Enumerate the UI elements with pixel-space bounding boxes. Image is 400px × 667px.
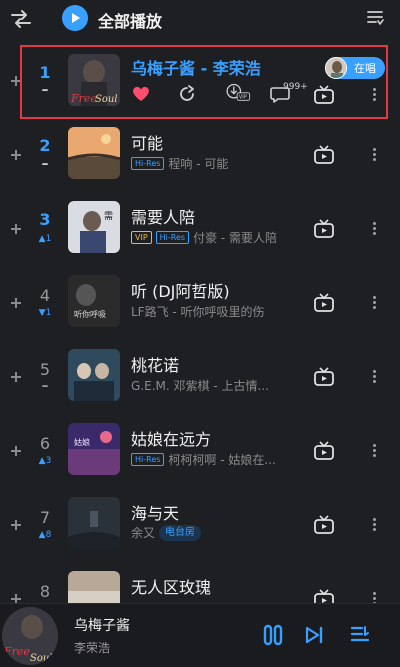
song-meta: 程响 - 可能 <box>168 157 229 171</box>
shuffle-icon[interactable] <box>10 8 32 30</box>
svg-text:Free: Free <box>3 645 30 658</box>
top-bar: 全部播放 <box>0 0 400 40</box>
now-singing-badge[interactable]: 在唱 <box>325 57 385 79</box>
svg-text:姑娘: 姑娘 <box>74 437 90 447</box>
add-to-playlist-icon[interactable] <box>11 446 21 456</box>
video-icon[interactable] <box>313 589 335 604</box>
song-title: 海与天 <box>131 504 180 523</box>
current-song-highlight <box>20 45 388 119</box>
song-title: 无人区玫瑰 <box>131 578 212 597</box>
rank-number: 7 <box>39 508 51 527</box>
mini-player-artist: 李荣浩 <box>74 641 111 655</box>
more-icon[interactable] <box>371 590 377 604</box>
video-icon[interactable] <box>313 85 335 105</box>
album-cover[interactable]: 听你呼吸 <box>68 275 120 327</box>
radio-room-tag[interactable]: 电台房 <box>159 524 202 541</box>
rank-trend: ▲3 <box>38 456 52 466</box>
hires-tag: Hi-Res <box>155 231 190 244</box>
rank-number: 6 <box>39 434 51 453</box>
more-icon[interactable] <box>371 146 377 166</box>
song-row[interactable]: 2 – 可能 Hi-Res 程响 - 可能 <box>0 118 400 192</box>
song-meta: G.E.M. 邓紫棋 - 上古情... <box>131 379 269 393</box>
vip-tag: VIP <box>131 231 152 244</box>
song-meta: 余又 <box>131 526 156 540</box>
more-icon[interactable] <box>371 516 377 536</box>
rank-trend: ▼1 <box>38 308 52 318</box>
song-row[interactable]: 4 ▼1 听你呼吸 听 (DJ阿哲版) LF路飞 - 听你呼吸里的伤 <box>0 266 400 340</box>
more-icon[interactable] <box>371 442 377 462</box>
song-row[interactable]: 8 无人区玫瑰 <box>0 562 400 604</box>
play-icon <box>72 13 80 23</box>
rank-trend: ▲8 <box>38 530 52 540</box>
rank-trend: ▲1 <box>38 234 52 244</box>
song-row[interactable]: 5 – 桃花诺 G.E.M. 邓紫棋 - 上古情... <box>0 340 400 414</box>
avatar <box>325 57 347 79</box>
mini-player-cover[interactable]: Free Soul <box>2 607 58 665</box>
album-cover[interactable] <box>68 127 120 179</box>
play-all-button[interactable] <box>62 5 88 31</box>
rank-trend: – <box>41 378 49 394</box>
next-icon[interactable] <box>304 625 324 645</box>
video-icon[interactable] <box>313 145 335 165</box>
svg-text:Soul: Soul <box>30 653 53 664</box>
video-icon[interactable] <box>313 441 335 461</box>
song-meta: LF路飞 - 听你呼吸里的伤 <box>131 305 265 319</box>
mini-player[interactable]: Free Soul 乌梅子酱 李荣浩 <box>0 603 400 667</box>
video-icon[interactable] <box>313 219 335 239</box>
song-row[interactable]: 7 ▲8 海与天 余又 电台房 <box>0 488 400 562</box>
song-title: 桃花诺 <box>131 356 180 375</box>
add-to-playlist-icon[interactable] <box>11 298 21 308</box>
album-cover[interactable] <box>68 571 120 604</box>
album-cover[interactable] <box>68 497 120 549</box>
rank-number: 5 <box>39 360 51 379</box>
album-cover[interactable]: 姑娘 <box>68 423 120 475</box>
add-to-playlist-icon[interactable] <box>11 520 21 530</box>
add-to-playlist-icon[interactable] <box>11 372 21 382</box>
song-row[interactable]: 3 ▲1 需 需要人陪 VIP Hi-Res 付豪 - 需要人陪 <box>0 192 400 266</box>
pause-icon[interactable] <box>262 624 284 646</box>
song-title: 听 (DJ阿哲版) <box>131 282 230 301</box>
video-icon[interactable] <box>313 367 335 387</box>
mini-player-title: 乌梅子酱 <box>74 618 130 634</box>
add-to-playlist-icon[interactable] <box>11 224 21 234</box>
more-icon[interactable] <box>371 294 377 314</box>
manage-list-icon[interactable] <box>366 9 384 27</box>
song-meta: 付豪 - 需要人陪 <box>193 231 278 245</box>
svg-text:听你呼吸: 听你呼吸 <box>74 309 106 319</box>
rank-number: 4 <box>39 286 51 305</box>
add-to-playlist-icon[interactable] <box>11 150 21 160</box>
now-singing-label: 在唱 <box>354 62 376 75</box>
more-icon[interactable] <box>371 368 377 388</box>
song-meta: 柯柯柯啊 - 姑娘在... <box>168 453 276 467</box>
more-icon[interactable] <box>371 86 377 106</box>
rank-number: 8 <box>39 582 51 601</box>
hires-tag: Hi-Res <box>131 157 165 170</box>
more-icon[interactable] <box>371 220 377 240</box>
rank-number: 3 <box>39 210 51 229</box>
album-cover[interactable]: 需 <box>68 201 120 253</box>
video-icon[interactable] <box>313 293 335 313</box>
album-cover[interactable] <box>68 349 120 401</box>
song-title: 姑娘在远方 <box>131 430 212 449</box>
song-title: 需要人陪 <box>131 208 196 227</box>
song-list: 1 – Free Soul 乌梅子酱 - 李荣浩 VIP 999+ 2 – 可能… <box>0 44 400 604</box>
song-title: 可能 <box>131 134 164 153</box>
svg-text:需: 需 <box>104 211 113 222</box>
rank-number: 2 <box>39 136 51 155</box>
song-row[interactable]: 6 ▲3 姑娘 姑娘在远方 Hi-Res 柯柯柯啊 - 姑娘在... <box>0 414 400 488</box>
rank-trend: – <box>41 156 49 172</box>
hires-tag: Hi-Res <box>131 453 165 466</box>
queue-icon[interactable] <box>350 625 370 645</box>
play-all-label[interactable]: 全部播放 <box>98 8 162 32</box>
video-icon[interactable] <box>313 515 335 535</box>
